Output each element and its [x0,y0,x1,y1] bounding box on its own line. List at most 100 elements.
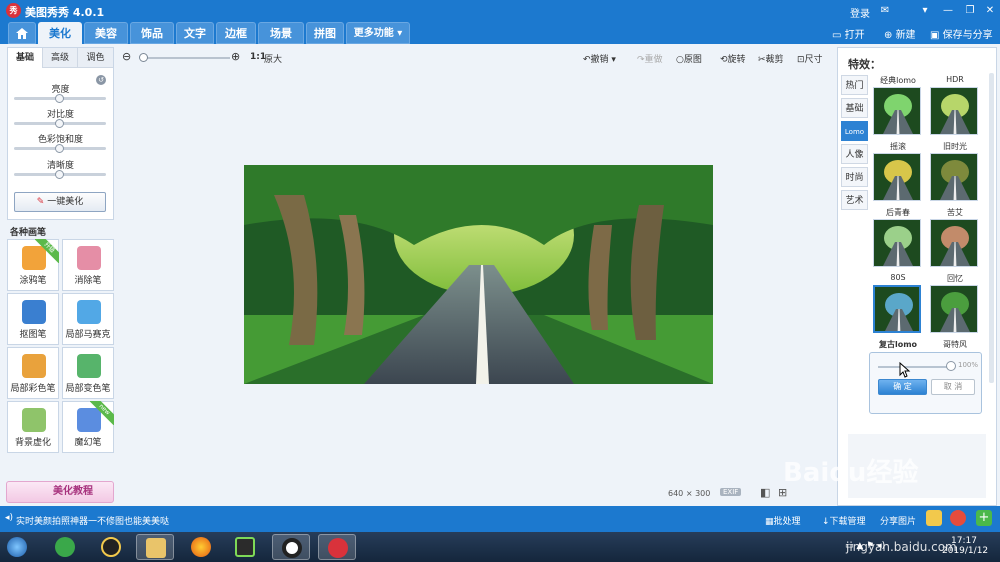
rotate-button[interactable]: ⟲旋转 [720,52,746,65]
effect-name: 摇滚 [890,142,906,151]
image-size-info: 640 × 300 [668,489,711,498]
zoom-in-icon[interactable]: ⊕ [231,50,240,63]
taskbar-qq[interactable] [92,534,130,560]
taskbar-meitu[interactable] [318,534,356,560]
taskbar-clock[interactable]: 17:17 2019/1/12 [942,536,988,556]
tab-accessories[interactable]: 饰品 [130,22,174,44]
tab-frame[interactable]: 边框 [216,22,256,44]
strength-knob[interactable] [946,361,956,371]
brush-magic[interactable]: 魔幻笔 new [62,401,114,453]
effect-name: 经典lomo [880,76,916,85]
home-tab[interactable] [8,22,36,44]
category-art[interactable]: 艺术 [841,190,868,210]
category-lomo[interactable]: Lomo [841,121,868,141]
taskbar-browser360[interactable] [46,534,84,560]
taskbar-media[interactable] [226,534,264,560]
maximize-icon[interactable]: ❐ [962,3,978,19]
tab-beautify[interactable]: 美化 [38,22,82,44]
category-portrait[interactable]: 人像 [841,144,868,164]
tab-beauty[interactable]: 美容 [84,22,128,44]
cancel-button[interactable]: 取 消 [931,379,975,395]
tab-more[interactable]: 更多功能 ▾ [346,22,410,44]
category-basic[interactable]: 基础 [841,98,868,118]
effect-thumbnail[interactable] [873,87,921,135]
category-fashion[interactable]: 时尚 [841,167,868,187]
zoom-knob[interactable] [139,53,148,62]
tab-scene[interactable]: 场景 [258,22,304,44]
compare-view-icon[interactable]: ◧ [760,486,770,499]
brush-bg-blur[interactable]: 背景虚化 [7,401,59,453]
brush-cutout[interactable]: 抠图笔 [7,293,59,345]
canvas-toolbar: ⊖ ⊕ 1:1 原大 ↶撤销 ▾ ↷重做 ○原图 ⟲旋转 ✂裁剪 ⊡尺寸 [120,48,832,68]
effect-thumbnail[interactable] [873,285,921,333]
category-hot[interactable]: 热门 [841,75,868,95]
resize-button[interactable]: ⊡尺寸 [797,52,823,65]
start-button[interactable] [2,534,36,560]
mouse-cursor-icon [899,362,911,378]
share-image-button[interactable]: 分享图片 [880,514,916,527]
brightness-knob[interactable] [55,94,64,103]
saturation-knob[interactable] [55,144,64,153]
undo-button[interactable]: ↶撤销 ▾ [583,52,616,65]
original-button[interactable]: ○原图 [676,52,702,65]
skin-icon[interactable]: ✉ [877,3,893,19]
brush-doodle[interactable]: 涂鸦笔 升级 [7,239,59,291]
brightness-slider[interactable] [14,94,106,103]
effect-thumbnail[interactable] [873,219,921,267]
beautify-tutorial-button[interactable]: 美化教程 [6,481,114,503]
effect-thumbnail[interactable] [930,153,978,201]
zoom-out-icon[interactable]: ⊖ [122,50,131,63]
undo-icon: ↶ [583,55,591,65]
new-button[interactable]: ⊕ 新建 [884,26,916,41]
brush-local-recolor[interactable]: 局部变色笔 [62,347,114,399]
redo-button[interactable]: ↷重做 [637,52,663,65]
contrast-slider[interactable] [14,119,106,128]
effects-scrollbar[interactable] [989,73,994,383]
effect-thumbnail[interactable] [930,219,978,267]
one-click-beautify-button[interactable]: ✎ 一键美化 [14,192,106,212]
photo-canvas[interactable] [244,165,713,384]
strength-slider[interactable] [878,366,950,368]
contrast-knob[interactable] [55,119,64,128]
subtab-basic[interactable]: 基础 [8,48,43,68]
login-link[interactable]: 登录 [850,5,870,20]
mosaic-icon [77,300,101,324]
save-share-button[interactable]: ▣ 保存与分享 [930,26,993,41]
minimize-icon[interactable]: — [940,3,956,19]
window-title: 美图秀秀 4.0.1 [25,6,105,19]
effect-thumbnail[interactable] [873,153,921,201]
download-manager-button[interactable]: ↓下载管理 [822,514,866,527]
tab-text[interactable]: 文字 [176,22,214,44]
brush-mosaic[interactable]: 局部马赛克 [62,293,114,345]
star-icon[interactable] [926,510,942,526]
effect-thumbnail[interactable] [930,87,978,135]
confirm-button[interactable]: 确 定 [878,379,927,395]
taskbar-recorder[interactable] [272,534,310,560]
zoom-slider[interactable] [142,57,230,59]
taskbar-explorer[interactable] [136,534,174,560]
close-icon[interactable]: ✕ [982,3,998,19]
effect-name: HDR [946,75,964,84]
effect-name: 回忆 [947,274,963,283]
sharpness-knob[interactable] [55,170,64,179]
subtab-color[interactable]: 调色 [78,48,113,68]
menu-icon[interactable]: ▾ [917,3,933,19]
open-button[interactable]: ▭ 打开 [832,26,865,41]
add-icon[interactable]: + [976,510,992,526]
original-size-button[interactable]: 原大 [264,52,282,65]
download-icon: ↓ [822,517,830,527]
sharpness-slider[interactable] [14,170,106,179]
subtab-advanced[interactable]: 高级 [43,48,78,68]
effect-thumbnail[interactable] [930,285,978,333]
brush-eraser[interactable]: 消除笔 [62,239,114,291]
saturation-slider[interactable] [14,144,106,153]
taskbar-firefox[interactable] [182,534,220,560]
batch-button[interactable]: ▦批处理 [765,514,801,527]
upgrade-badge: 升级 [35,239,59,263]
status-message[interactable]: 实时美颜拍照神器一不修图也能美美哒 [16,514,169,527]
crop-button[interactable]: ✂裁剪 [758,52,784,65]
exif-badge[interactable]: EXIF [720,488,742,496]
brush-local-color[interactable]: 局部彩色笔 [7,347,59,399]
tab-collage[interactable]: 拼图 [306,22,344,44]
weibo-icon[interactable] [950,510,966,526]
